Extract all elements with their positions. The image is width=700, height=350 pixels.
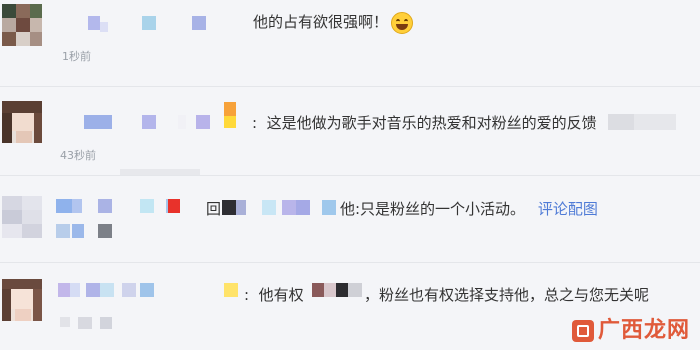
comment-time: 43秒前 xyxy=(60,149,96,162)
avatar[interactable] xyxy=(2,4,42,46)
comment-text: : 这是他做为歌手对音乐的热爱和对粉丝的爱的反馈 xyxy=(252,114,597,132)
comment-text-end: ，粉丝也有权选择支持他，总之与您无关呢 xyxy=(364,286,650,304)
comment-text: : 他有权 xyxy=(244,286,304,304)
comment-1: 他的占有欲很强啊！ 1秒前 xyxy=(0,0,700,85)
comment-text: 回 xyxy=(206,200,222,218)
site-logo-icon xyxy=(571,320,594,342)
comment-image-link[interactable]: 评论配图 xyxy=(538,200,598,218)
comment-3: 回 他:只是粉丝的一个小活动。 评论配图 xyxy=(0,176,700,260)
site-watermark: 广西龙网 xyxy=(571,312,690,344)
badge-icon xyxy=(224,283,238,297)
avatar[interactable] xyxy=(2,279,42,321)
laughing-emoji-icon xyxy=(391,11,414,34)
avatar[interactable] xyxy=(2,196,42,238)
comment-text-tail: 他:只是粉丝的一个小活动。 评论配图 xyxy=(340,200,598,218)
comment-time: 1秒前 xyxy=(62,50,91,63)
avatar[interactable] xyxy=(2,101,42,143)
comment-text: 他的占有欲很强啊！ xyxy=(253,11,414,34)
comment-2: : 这是他做为歌手对音乐的热爱和对粉丝的爱的反馈 43秒前 xyxy=(0,87,700,175)
